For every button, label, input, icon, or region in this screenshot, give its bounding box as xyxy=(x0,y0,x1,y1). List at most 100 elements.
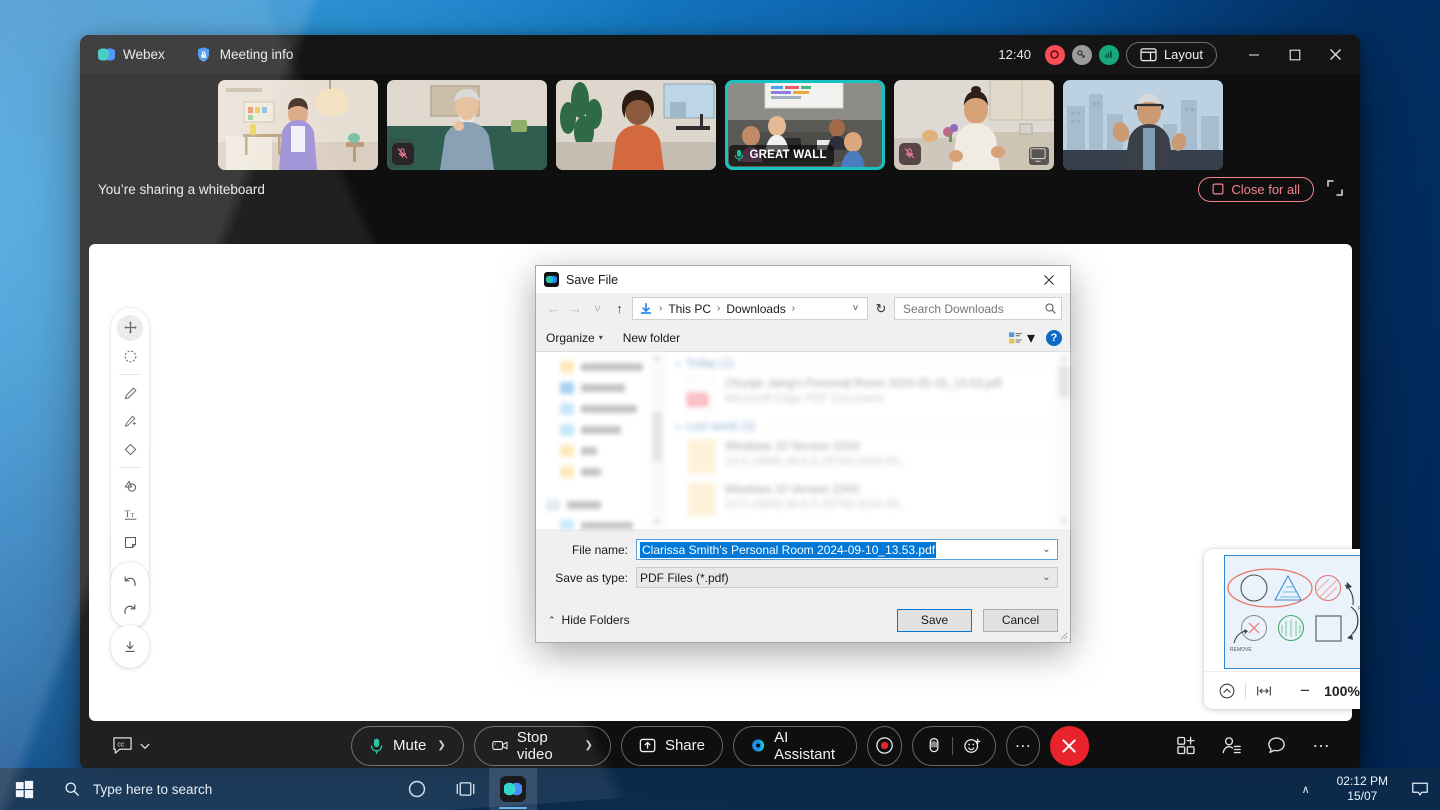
tree-scroll-thumb[interactable] xyxy=(652,412,663,462)
close-window-button[interactable] xyxy=(1315,35,1356,74)
file-row[interactable]: Windows 10 Version 22H2 10.0.19045.44.6.… xyxy=(664,478,1070,521)
file-list[interactable]: ▾ Today (1) Chunjie Jiang's Personal Roo… xyxy=(663,352,1070,529)
move-tool[interactable] xyxy=(117,314,143,341)
stop-video-button[interactable]: Stop video ❯ xyxy=(473,725,611,766)
view-options-button[interactable]: ▾ xyxy=(1008,328,1035,348)
nav-recent-button[interactable]: ˅ xyxy=(588,298,607,320)
participant-tile[interactable] xyxy=(386,79,547,170)
participant-tile[interactable] xyxy=(1062,79,1223,170)
tree-scrollbar[interactable]: ▲ ▼ xyxy=(650,352,663,529)
breadcrumb-item-this-pc[interactable]: This PC xyxy=(665,301,714,317)
sticky-note-tool[interactable] xyxy=(115,530,145,555)
chevron-down-icon[interactable]: ❯ xyxy=(585,740,593,751)
record-button[interactable] xyxy=(867,725,902,766)
scroll-up-arrow[interactable]: ▲ xyxy=(651,352,663,365)
tree-item[interactable] xyxy=(536,440,663,461)
shape-tool[interactable] xyxy=(115,474,145,499)
download-tool[interactable] xyxy=(115,632,145,662)
tree-item[interactable] xyxy=(536,419,663,440)
expand-icon[interactable] xyxy=(1326,179,1346,199)
new-folder-button[interactable]: New folder xyxy=(623,331,680,345)
network-status-icon[interactable] xyxy=(1098,44,1119,65)
minimap-canvas[interactable]: PHASE IV REMOVE xyxy=(1210,555,1360,671)
notifications-icon[interactable] xyxy=(1400,768,1440,810)
filename-input[interactable]: Clarissa Smith's Personal Room 2024-09-1… xyxy=(636,539,1058,560)
tree-item[interactable] xyxy=(536,356,663,377)
search-input[interactable]: Search Downloads xyxy=(894,297,1062,320)
apps-icon[interactable] xyxy=(1173,733,1199,759)
pen-tool[interactable] xyxy=(115,381,145,406)
file-row[interactable]: Chunjie Jiang's Personal Room 2024-05-16… xyxy=(664,372,1070,415)
save-file-dialog[interactable]: Save File ← → ˅ ↑ › This PC › Downloads … xyxy=(535,265,1071,643)
minimize-button[interactable] xyxy=(1233,35,1274,74)
whiteboard-minimap[interactable]: PHASE IV REMOVE − 100% xyxy=(1204,549,1360,709)
refresh-button[interactable]: ↻ xyxy=(871,301,891,317)
tree-item-this-pc[interactable] xyxy=(536,494,663,515)
reactions-button[interactable] xyxy=(911,725,996,766)
webex-taskbar-icon[interactable] xyxy=(489,768,537,810)
select-tool[interactable] xyxy=(115,344,145,369)
close-for-all-button[interactable]: Close for all xyxy=(1198,176,1314,202)
taskbar-search-box[interactable]: Type here to search xyxy=(48,768,393,810)
zoom-out-button[interactable]: − xyxy=(1293,679,1317,703)
undo-tool[interactable] xyxy=(115,569,145,594)
nav-back-button[interactable]: ← xyxy=(544,298,563,320)
folder-tree[interactable]: ▲ ▼ xyxy=(536,352,663,529)
raise-hand-icon[interactable] xyxy=(926,737,952,755)
taskbar-clock[interactable]: 02:12 PM 15/07 xyxy=(1325,774,1400,804)
emoji-tool[interactable] xyxy=(115,558,145,583)
key-status-icon[interactable] xyxy=(1071,44,1092,65)
filename-dropdown-icon[interactable]: ⌄ xyxy=(1038,544,1055,555)
highlighter-tool[interactable] xyxy=(115,409,145,434)
text-tool[interactable]: TT xyxy=(115,502,145,527)
breadcrumb[interactable]: › This PC › Downloads › ˅ xyxy=(632,297,868,320)
meeting-info-button[interactable]: Meeting info xyxy=(189,35,300,74)
tray-expand-chevron[interactable]: ∧ xyxy=(1287,768,1325,810)
breadcrumb-item-downloads[interactable]: Downloads xyxy=(723,301,788,317)
eraser-tool[interactable] xyxy=(115,437,145,462)
whiteboard-canvas[interactable]: TT PHASE IV REMOVE − 100% Save File ← → … xyxy=(89,244,1360,721)
ai-assistant-button[interactable]: AI Assistant xyxy=(732,725,858,766)
file-list-scrollbar[interactable]: ▲ ▼ xyxy=(1057,352,1070,529)
closed-captions-control[interactable]: cc xyxy=(112,736,151,755)
dialog-close-button[interactable] xyxy=(1028,266,1070,293)
tree-item[interactable] xyxy=(536,398,663,419)
share-button[interactable]: Share xyxy=(620,725,723,766)
record-status-icon[interactable] xyxy=(1044,44,1065,65)
participant-tile[interactable] xyxy=(217,79,378,170)
task-view-icon[interactable] xyxy=(441,768,489,810)
breadcrumb-dropdown-icon[interactable]: ˅ xyxy=(847,303,864,314)
participant-tile[interactable] xyxy=(555,79,716,170)
resize-grip[interactable] xyxy=(1058,630,1068,640)
collapse-icon[interactable] xyxy=(1214,678,1240,704)
end-call-button[interactable] xyxy=(1049,725,1089,766)
file-scroll-thumb[interactable] xyxy=(1059,366,1070,398)
participant-tile-active[interactable]: GREAT WALL xyxy=(724,79,885,170)
chat-icon[interactable] xyxy=(1263,733,1289,759)
mute-button[interactable]: Mute ❯ xyxy=(351,725,464,766)
tree-item[interactable] xyxy=(536,377,663,398)
scroll-down-arrow[interactable]: ▼ xyxy=(651,516,663,529)
more-controls-button[interactable]: … xyxy=(1005,725,1040,766)
participants-icon[interactable] xyxy=(1218,733,1244,759)
maximize-button[interactable] xyxy=(1274,35,1315,74)
file-group-header[interactable]: ▾ Last week (3) xyxy=(664,415,1070,435)
help-button[interactable]: ? xyxy=(1046,329,1062,346)
tree-item[interactable] xyxy=(536,515,663,529)
save-button[interactable]: Save xyxy=(897,608,972,632)
hide-folders-button[interactable]: ⌃ Hide Folders xyxy=(548,613,630,627)
file-group-header[interactable]: ▾ Today (1) xyxy=(664,352,1070,372)
fit-width-icon[interactable] xyxy=(1251,678,1277,704)
more-options-icon[interactable]: … xyxy=(1308,731,1334,759)
filetype-dropdown-icon[interactable]: ⌄ xyxy=(1038,572,1055,583)
redo-tool[interactable] xyxy=(115,597,145,622)
cancel-button[interactable]: Cancel xyxy=(983,608,1058,632)
tree-item[interactable] xyxy=(536,461,663,482)
scroll-up-arrow[interactable]: ▲ xyxy=(1058,352,1070,365)
file-row[interactable]: Windows 10 Version 22H2 10.0.19045.44.6.… xyxy=(664,435,1070,478)
nav-forward-button[interactable]: → xyxy=(566,298,585,320)
cortana-icon[interactable] xyxy=(393,768,441,810)
organize-button[interactable]: Organize ▾ xyxy=(546,331,603,345)
nav-up-button[interactable]: ↑ xyxy=(610,298,629,320)
filetype-select[interactable]: PDF Files (*.pdf) ⌄ xyxy=(636,567,1058,588)
